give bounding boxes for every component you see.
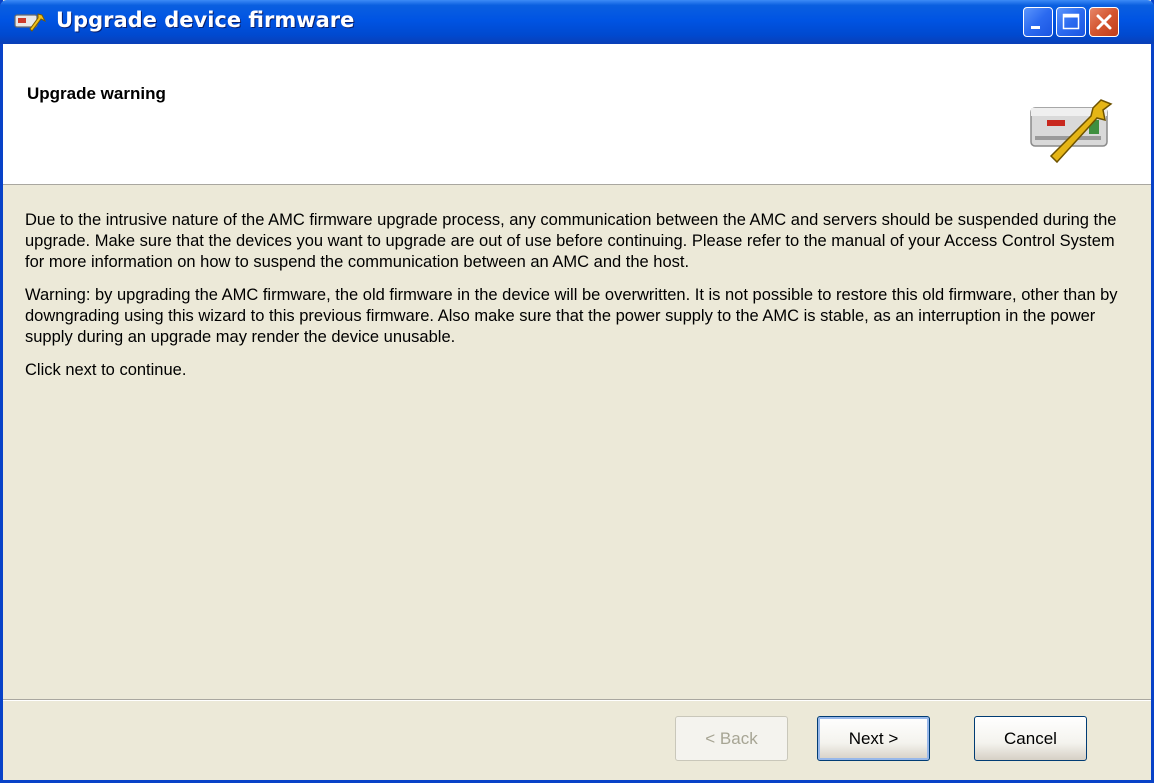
firmware-wizard-icon <box>14 13 46 32</box>
maximize-icon <box>1062 13 1080 30</box>
close-icon <box>1096 14 1112 30</box>
wizard-window: Upgrade device firmware Upgrade warning <box>0 0 1154 783</box>
page-title: Upgrade warning <box>27 84 166 103</box>
continue-instruction: Click next to continue. <box>25 361 187 379</box>
device-wrench-icon <box>1030 99 1113 164</box>
intro-paragraph: Due to the intrusive nature of the AMC f… <box>25 211 1117 271</box>
cancel-button[interactable]: Cancel <box>974 716 1087 761</box>
wizard-header: Upgrade warning <box>3 44 1151 185</box>
separator <box>3 699 1151 701</box>
back-button[interactable]: < Back <box>675 716 788 761</box>
minimize-icon <box>1031 26 1040 29</box>
maximize-button[interactable] <box>1056 7 1086 37</box>
close-button[interactable] <box>1089 7 1119 37</box>
next-button[interactable]: Next > <box>817 716 930 761</box>
window-title: Upgrade device firmware <box>56 8 355 32</box>
minimize-button[interactable] <box>1023 7 1053 37</box>
warning-paragraph: Warning: by upgrading the AMC firmware, … <box>25 286 1118 346</box>
wizard-content: Due to the intrusive nature of the AMC f… <box>25 210 1135 393</box>
title-bar[interactable]: Upgrade device firmware <box>0 0 1154 44</box>
